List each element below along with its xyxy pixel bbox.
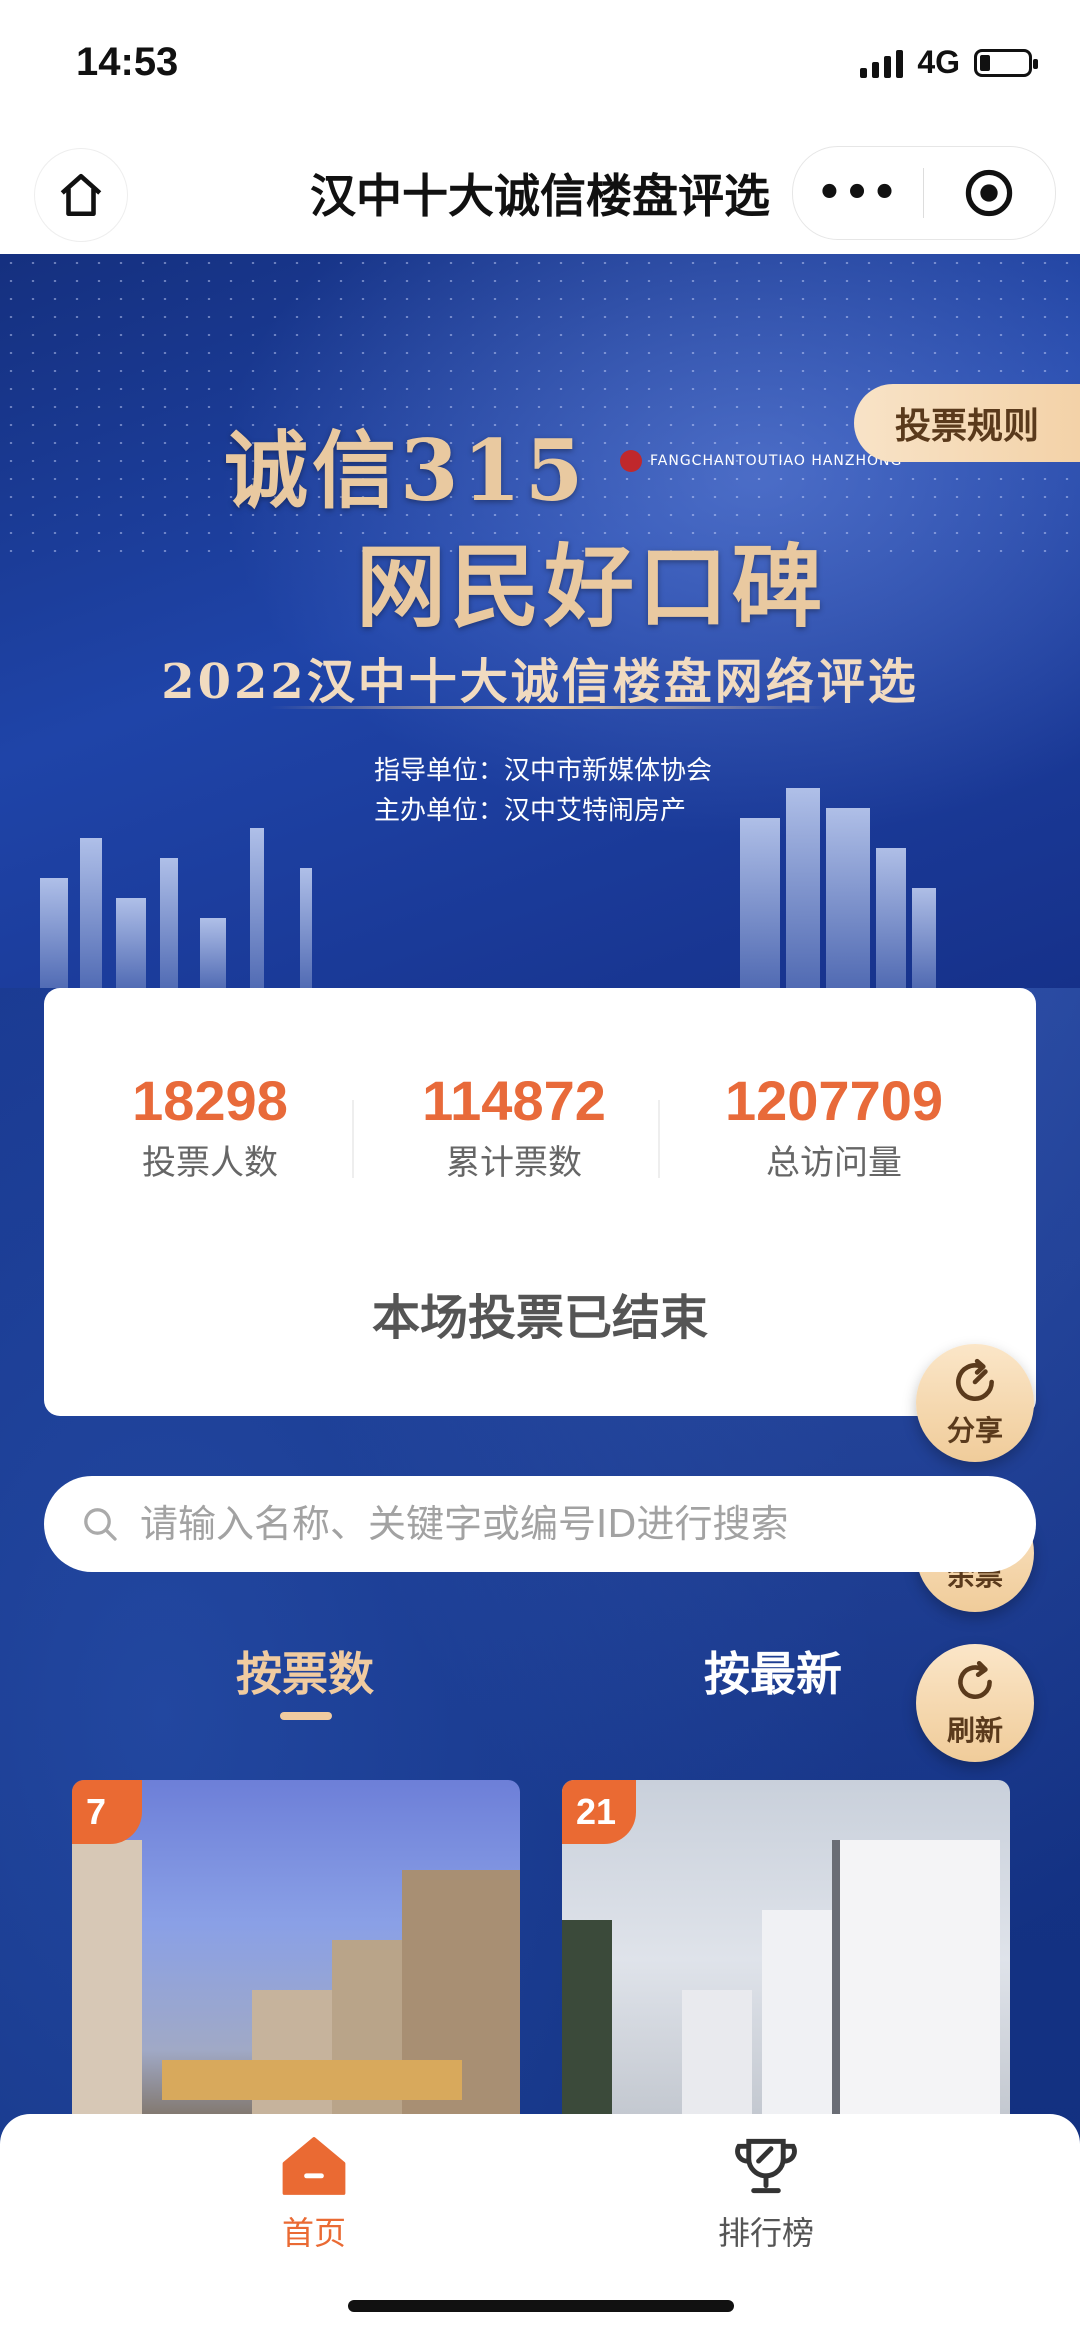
refresh-button[interactable]: 刷新 [916, 1644, 1034, 1762]
stat-voters: 18298 投票人数 [60, 1068, 360, 1184]
stat-votes: 114872 累计票数 [364, 1068, 664, 1184]
trophy-icon [735, 2138, 797, 2194]
building-image [762, 1910, 842, 2140]
search-input[interactable] [138, 1501, 962, 1547]
target-icon [965, 169, 1013, 217]
tab-sort-by-newest[interactable]: 按最新 [704, 1638, 842, 1704]
tab-ranking[interactable]: 排行榜 [636, 2134, 896, 2254]
stats-card: 18298 投票人数 114872 累计票数 1207709 总访问量 本场投票… [44, 988, 1036, 1416]
refresh-label: 刷新 [946, 1714, 1003, 1747]
building-image [832, 1840, 1000, 2140]
event-banner: 诚信315 FANGCHANTOUTIAO HANZHONG 网民好口碑 202… [0, 254, 1080, 988]
status-indicators: 4G [860, 44, 1038, 81]
network-type: 4G [917, 44, 960, 80]
main-content: 诚信315 FANGCHANTOUTIAO HANZHONG 网民好口碑 202… [0, 254, 1080, 2339]
brand-text: FANGCHANTOUTIAO HANZHONG [650, 453, 903, 469]
clock: 14:53 [76, 40, 179, 84]
refresh-icon [958, 1660, 992, 1699]
rank-badge: 7 [72, 1780, 142, 1844]
active-tab-indicator [280, 1712, 332, 1720]
search-icon [84, 1508, 117, 1541]
close-button[interactable] [924, 167, 1054, 219]
stat-divider [352, 1100, 354, 1178]
banner-subtitle: 2022汉中十大诚信楼盘网络评选 [161, 654, 919, 710]
rank-badge: 21 [562, 1780, 637, 1844]
banner-divider [270, 706, 830, 709]
mini-program-capsule: ••• [792, 146, 1056, 240]
voters-count: 18298 [132, 1069, 288, 1132]
votes-label: 累计票数 [446, 1143, 582, 1183]
home-indicator [348, 2300, 734, 2312]
banner-headline-1: 诚信315 [224, 421, 588, 520]
battery-icon [974, 48, 1038, 77]
voting-rules-button[interactable]: 投票规则 [854, 384, 1080, 462]
ranking-tab-label: 排行榜 [717, 2214, 814, 2252]
building-image [72, 1840, 142, 2140]
brand-logo-icon [620, 450, 642, 472]
stat-divider [658, 1100, 660, 1178]
brand-mark: FANGCHANTOUTIAO HANZHONG [620, 450, 902, 472]
property-card[interactable]: 21 [562, 1780, 1010, 2140]
status-bar: 14:53 4G [0, 0, 1080, 130]
nav-bar: 汉中十大诚信楼盘评选 ••• [0, 130, 1080, 254]
signal-icon [860, 48, 904, 78]
voting-status: 本场投票已结束 [371, 1290, 708, 1346]
voters-label: 投票人数 [142, 1143, 278, 1183]
more-button[interactable]: ••• [793, 170, 923, 216]
share-label: 分享 [946, 1414, 1003, 1447]
votes-count: 114872 [422, 1069, 606, 1132]
share-button[interactable]: 分享 [916, 1344, 1034, 1462]
visits-label: 总访问量 [766, 1143, 902, 1183]
property-card[interactable]: 7 [72, 1780, 520, 2140]
banner-headline-2: 网民好口碑 [356, 534, 826, 640]
tree-image [562, 1920, 612, 2140]
home-tab-label: 首页 [281, 2214, 346, 2252]
gate-image [162, 2060, 462, 2100]
visits-count: 1207709 [724, 1069, 943, 1132]
share-icon [956, 1358, 994, 1401]
tab-home[interactable]: 首页 [184, 2134, 444, 2254]
stat-visits: 1207709 总访问量 [684, 1068, 984, 1184]
home-tab-icon [282, 2137, 346, 2195]
search-bar[interactable] [44, 1476, 1036, 1572]
building-image [332, 1940, 402, 2140]
city-skyline [0, 768, 1080, 988]
tab-sort-by-votes[interactable]: 按票数 [236, 1638, 374, 1704]
